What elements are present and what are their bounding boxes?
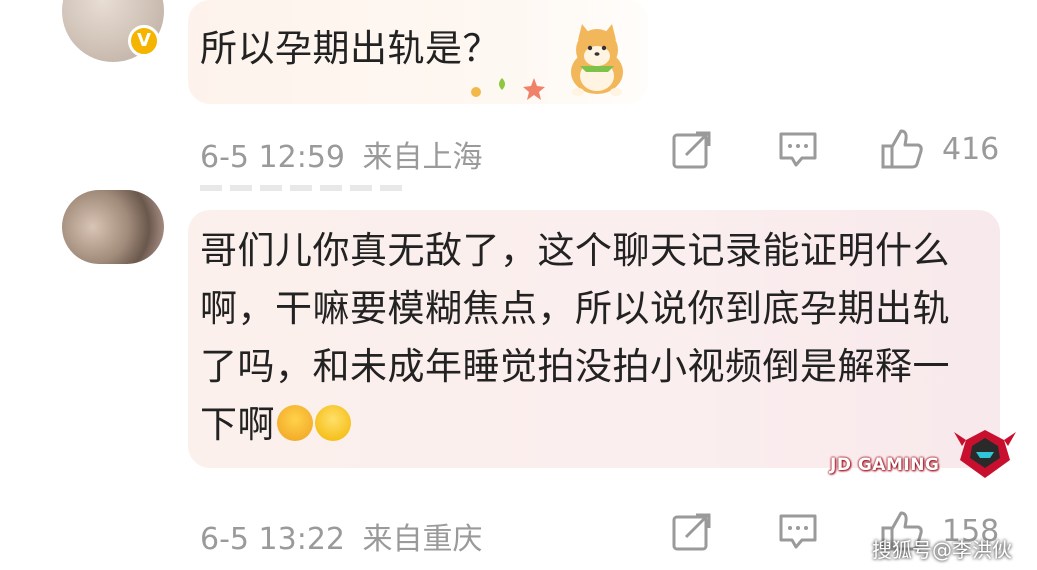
sweat-face-emoji-icon — [277, 405, 313, 441]
comment-location: 来自上海 — [362, 140, 483, 175]
sohu-watermark: 搜狐号@李洪伙 — [872, 538, 1012, 562]
shocked-face-emoji-icon — [315, 405, 351, 441]
comment-meta: 6-5 13:22 来自重庆 — [200, 514, 483, 558]
divider — [200, 185, 405, 191]
sparkle-decoration-icon — [471, 78, 545, 100]
like-count: 416 — [942, 132, 1000, 167]
avatar[interactable] — [62, 190, 164, 264]
verified-badge-icon: V — [128, 25, 160, 57]
jd-gaming-logo-icon — [954, 430, 1016, 478]
comment-meta: 6-5 12:59 来自上海 — [200, 132, 483, 176]
share-icon[interactable] — [672, 513, 712, 551]
comment-text: 哥们儿你真无敌了，这个聊天记录能证明什么啊，干嘛要模糊焦点，所以说你到底孕期出轨… — [200, 222, 980, 454]
thumbs-up-icon[interactable] — [880, 128, 924, 170]
comment-icon[interactable] — [778, 513, 818, 551]
share-icon[interactable] — [672, 131, 712, 169]
jd-gaming-watermark: JD GAMING — [830, 455, 940, 475]
comment-text-body: 哥们儿你真无敌了，这个聊天记录能证明什么啊，干嘛要模糊焦点，所以说你到底孕期出轨… — [200, 229, 950, 446]
comment-date: 6-5 13:22 — [200, 522, 345, 557]
shiba-dog-sticker-icon — [571, 24, 623, 96]
comment-location: 来自重庆 — [362, 522, 483, 557]
comment-date: 6-5 12:59 — [200, 140, 345, 175]
comment-text: 所以孕期出轨是？ — [200, 27, 500, 70]
comment-icon[interactable] — [778, 131, 818, 169]
